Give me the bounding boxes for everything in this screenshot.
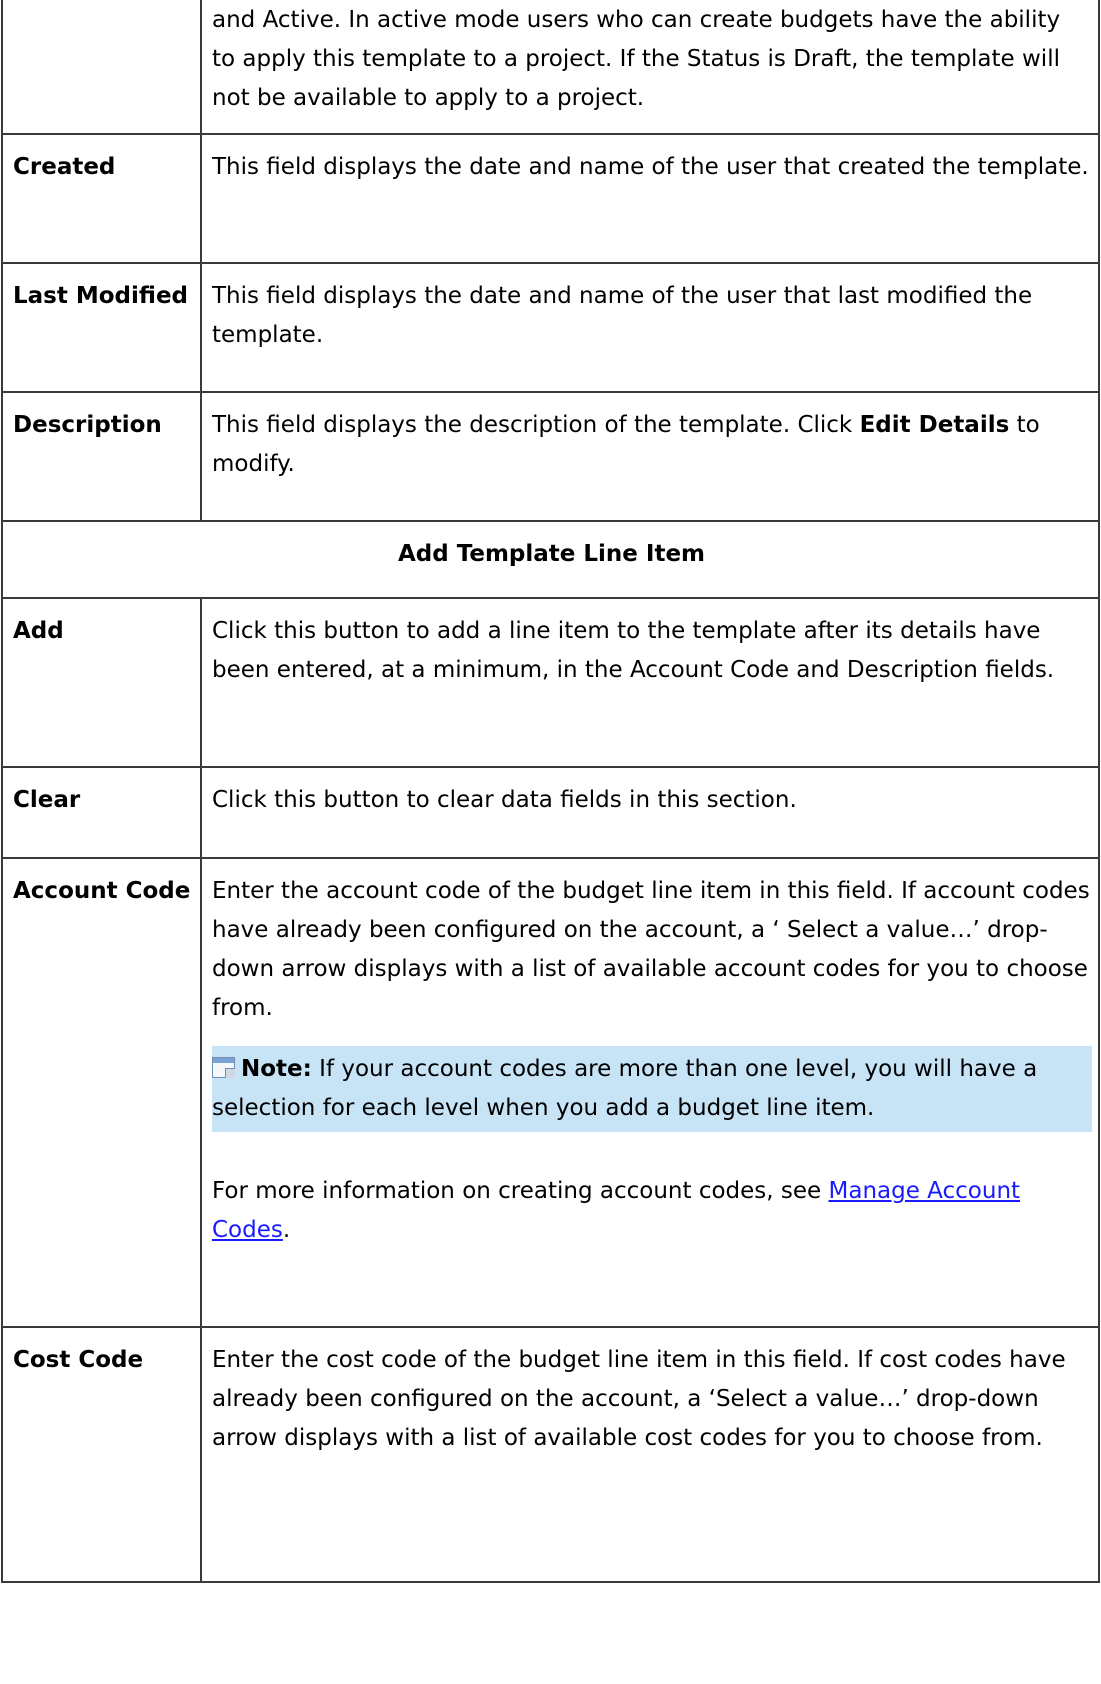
desc-account-code: Enter the account code of the budget lin… bbox=[200, 857, 1100, 1328]
desc-text: This field displays the description of t… bbox=[212, 412, 860, 438]
term-add: Add bbox=[1, 597, 202, 768]
table-row: Account Code Enter the account code of t… bbox=[1, 857, 1100, 1328]
more-info-text: For more information on creating account… bbox=[212, 1172, 1090, 1250]
term-clear: Clear bbox=[1, 766, 202, 859]
note-text: If your account codes are more than one … bbox=[212, 1056, 1038, 1121]
term-created: Created bbox=[1, 133, 202, 264]
more-info-suffix: . bbox=[282, 1217, 291, 1243]
account-code-text: Enter the account code of the budget lin… bbox=[212, 878, 1090, 1021]
table-row: Last Modified This field displays the da… bbox=[1, 262, 1100, 393]
table-row: and Active. In active mode users who can… bbox=[1, 0, 1100, 135]
table-row: Created This field displays the date and… bbox=[1, 133, 1100, 264]
desc-clear: Click this button to clear data fields i… bbox=[200, 766, 1100, 859]
field-description-table: and Active. In active mode users who can… bbox=[1, 0, 1100, 1583]
term-cost-code: Cost Code bbox=[1, 1326, 202, 1583]
edit-details-label: Edit Details bbox=[859, 412, 1010, 438]
note-icon bbox=[212, 1057, 235, 1078]
more-info-prefix: For more information on creating account… bbox=[212, 1178, 829, 1204]
desc-add: Click this button to add a line item to … bbox=[200, 597, 1100, 768]
term-last-modified: Last Modified bbox=[1, 262, 202, 393]
desc-cost-code: Enter the cost code of the budget line i… bbox=[200, 1326, 1100, 1583]
table-row: Add Click this button to add a line item… bbox=[1, 597, 1100, 768]
term-cell-empty bbox=[1, 0, 202, 135]
section-row: Add Template Line Item bbox=[1, 520, 1100, 599]
status-description: and Active. In active mode users who can… bbox=[200, 0, 1100, 135]
note-box: Note: If your account codes are more tha… bbox=[212, 1046, 1092, 1132]
table-row: Cost Code Enter the cost code of the bud… bbox=[1, 1326, 1100, 1583]
desc-last-modified: This field displays the date and name of… bbox=[200, 262, 1100, 393]
desc-description: This field displays the description of t… bbox=[200, 391, 1100, 522]
term-description: Description bbox=[1, 391, 202, 522]
desc-created: This field displays the date and name of… bbox=[200, 133, 1100, 264]
table-row: Description This field displays the desc… bbox=[1, 391, 1100, 522]
table-row: Clear Click this button to clear data fi… bbox=[1, 766, 1100, 859]
section-title: Add Template Line Item bbox=[1, 520, 1100, 599]
note-label: Note: bbox=[241, 1056, 312, 1082]
term-account-code: Account Code bbox=[1, 857, 202, 1328]
